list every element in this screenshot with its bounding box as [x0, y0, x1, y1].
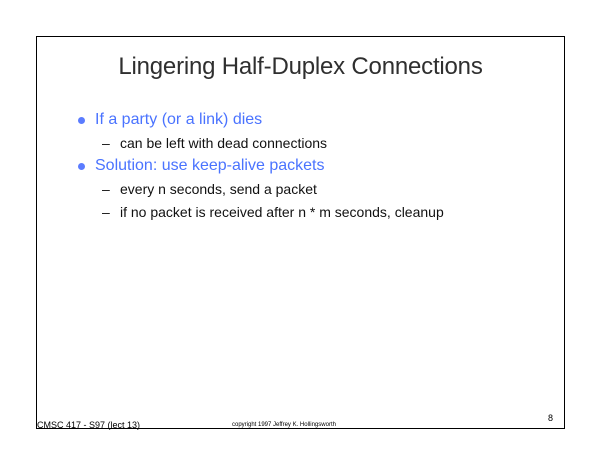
bullet-item-2: Solution: use keep-alive packets — [78, 156, 324, 176]
sub-bullet-text: if no packet is received after n * m sec… — [120, 204, 444, 220]
sub-bullet-text: every n seconds, send a packet — [120, 181, 317, 197]
bullet-icon — [78, 116, 85, 124]
slide-title: Lingering Half-Duplex Connections — [118, 53, 483, 80]
sub-bullet-item-2-1: – every n seconds, send a packet — [102, 180, 317, 198]
bullet-text: If a party (or a link) dies — [95, 111, 263, 128]
slide-frame — [36, 36, 565, 429]
bullet-text: Solution: use keep-alive packets — [95, 157, 325, 174]
footer-course: CMSC 417 - S97 (lect 13) — [37, 420, 141, 430]
dash-icon: – — [102, 204, 110, 220]
dash-icon: – — [102, 181, 110, 197]
sub-bullet-text: can be left with dead connections — [120, 135, 328, 151]
dash-icon: – — [102, 135, 110, 151]
bullet-icon — [78, 162, 85, 170]
sub-bullet-item-2-2: – if no packet is received after n * m s… — [102, 203, 444, 221]
bullet-item-1: If a party (or a link) dies — [78, 110, 262, 130]
sub-bullet-item-1-1: – can be left with dead connections — [102, 134, 327, 152]
footer-copyright: copyright 1997 Jeffrey K. Hollingsworth — [232, 422, 336, 428]
page-number: 8 — [548, 413, 554, 423]
